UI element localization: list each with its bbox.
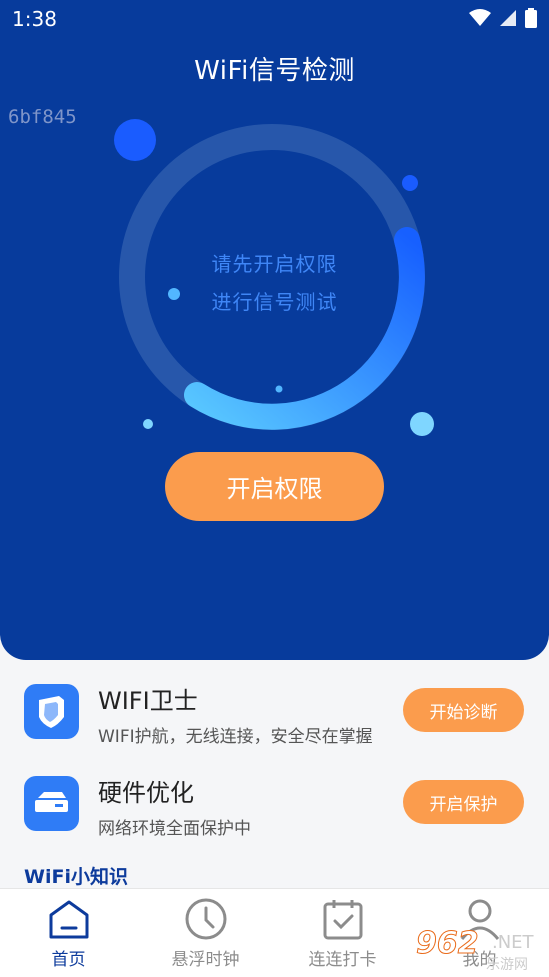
clock-icon <box>185 898 227 940</box>
feature-desc: 网络环境全面保护中 <box>98 819 251 839</box>
feature-name: WIFI卫士 <box>98 687 198 715</box>
start-diagnosis-button[interactable]: 开始诊断 <box>403 688 524 732</box>
decor-dot <box>275 385 283 393</box>
feature-name: 硬件优化 <box>98 779 194 807</box>
watermark-sub: 乐游网 <box>486 957 528 973</box>
tab-check-in[interactable]: 连连打卡 <box>274 889 411 977</box>
tab-home[interactable]: 首页 <box>0 889 137 977</box>
tab-label: 悬浮时钟 <box>171 950 240 970</box>
shield-icon <box>24 684 79 739</box>
site-watermark: 962 .NET 乐游网 <box>416 926 546 974</box>
feature-card-wifi-guard: WIFI卫士 WIFI护航，无线连接，安全尽在掌握 开始诊断 <box>0 684 549 774</box>
watermark-number: 962 <box>416 926 480 962</box>
decor-dot <box>143 419 153 429</box>
feature-desc: WIFI护航，无线连接，安全尽在掌握 <box>98 727 373 747</box>
decor-dot <box>402 175 418 191</box>
decor-dot <box>114 119 156 161</box>
decor-dot <box>410 412 434 436</box>
section-title: WiFi小知识 <box>24 866 128 888</box>
tab-label: 连连打卡 <box>308 950 377 970</box>
gauge-message-line2: 进行信号测试 <box>211 290 338 314</box>
feature-card-hardware: 硬件优化 网络环境全面保护中 开启保护 <box>0 776 549 866</box>
watermark-net: .NET <box>492 932 534 953</box>
tab-label: 首页 <box>51 950 86 970</box>
tab-floating-clock[interactable]: 悬浮时钟 <box>137 889 274 977</box>
home-icon <box>49 900 89 939</box>
enable-protection-button[interactable]: 开启保护 <box>403 780 524 824</box>
gauge-message-line1: 请先开启权限 <box>211 252 338 276</box>
enable-permission-button[interactable]: 开启权限 <box>165 452 384 521</box>
signal-gauge <box>114 119 434 436</box>
hardware-icon <box>24 776 79 831</box>
calendar-check-icon <box>323 900 363 940</box>
